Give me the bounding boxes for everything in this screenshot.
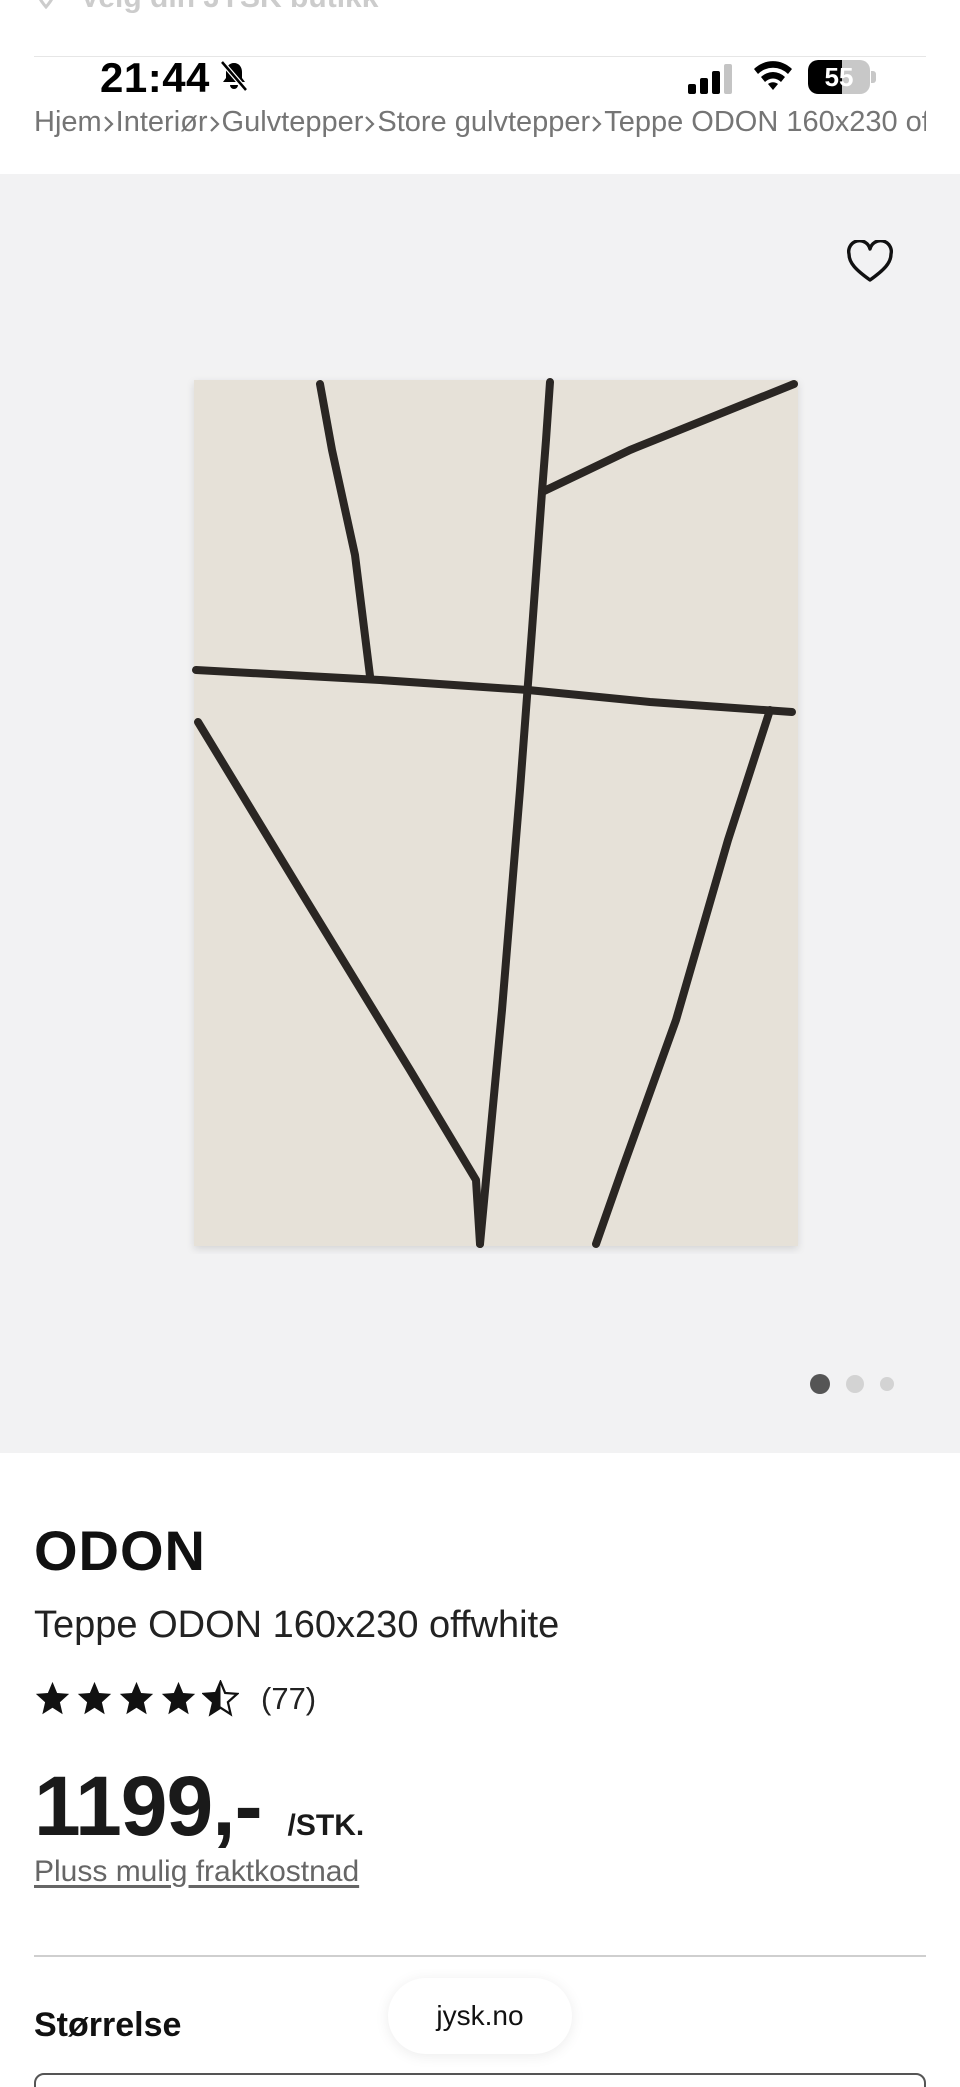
product-name: Teppe ODON 160x230 offwhite bbox=[34, 1604, 560, 1646]
status-bar: 21:44 55 bbox=[0, 50, 960, 104]
rating-stars bbox=[34, 1680, 239, 1717]
chevron-right-icon bbox=[102, 107, 116, 138]
battery-icon: 55 bbox=[808, 60, 876, 94]
cellular-signal-icon bbox=[688, 64, 732, 94]
star-filled-icon bbox=[77, 1681, 112, 1715]
chevron-right-icon bbox=[363, 107, 377, 138]
gallery-dot[interactable] bbox=[846, 1375, 864, 1393]
price-row: 1199,- /STK. bbox=[34, 1758, 364, 1855]
price-unit: /STK. bbox=[287, 1809, 365, 1842]
store-picker[interactable]: Velg din JYSK butikk bbox=[34, 0, 378, 18]
store-picker-label: Velg din JYSK butikk bbox=[80, 0, 378, 15]
star-half-icon bbox=[202, 1680, 239, 1717]
breadcrumb: Hjem Interiør Gulvtepper Store gulvteppe… bbox=[34, 100, 926, 144]
star-filled-icon bbox=[119, 1681, 154, 1715]
star-filled-icon bbox=[161, 1681, 196, 1715]
breadcrumb-home[interactable]: Hjem bbox=[34, 106, 102, 139]
product-rating[interactable]: (77) bbox=[34, 1680, 316, 1717]
product-price: 1199,- bbox=[34, 1759, 263, 1853]
breadcrumb-current[interactable]: Teppe ODON 160x230 offwhite bbox=[604, 106, 926, 139]
section-divider bbox=[34, 1955, 926, 1957]
product-image-rug bbox=[192, 378, 798, 1248]
breadcrumb-rugs[interactable]: Gulvtepper bbox=[222, 106, 364, 139]
product-image-gallery[interactable] bbox=[0, 174, 960, 1453]
bell-muted-icon bbox=[220, 60, 248, 92]
size-selector[interactable] bbox=[34, 2073, 926, 2087]
review-count[interactable]: (77) bbox=[261, 1681, 316, 1717]
product-brand: ODON bbox=[34, 1519, 206, 1582]
chevron-right-icon bbox=[208, 107, 222, 138]
gallery-pagination bbox=[810, 1374, 894, 1394]
star-filled-icon bbox=[35, 1681, 70, 1715]
chevron-right-icon bbox=[590, 107, 604, 138]
breadcrumb-large-rugs[interactable]: Store gulvtepper bbox=[377, 106, 590, 139]
gallery-dot[interactable] bbox=[880, 1377, 894, 1391]
wifi-icon bbox=[754, 61, 792, 90]
status-time: 21:44 bbox=[100, 54, 210, 101]
breadcrumb-interior[interactable]: Interiør bbox=[116, 106, 208, 139]
location-pin-icon bbox=[34, 0, 58, 17]
gallery-dot[interactable] bbox=[810, 1374, 830, 1394]
size-heading: Størrelse bbox=[34, 2006, 182, 2044]
shipping-cost-link[interactable]: Pluss mulig fraktkostnad bbox=[34, 1855, 359, 1889]
heart-icon[interactable] bbox=[846, 240, 894, 284]
browser-url-pill[interactable]: jysk.no bbox=[388, 1978, 572, 2054]
product-page: Velg din JYSK butikk 21:44 55 bbox=[0, 0, 960, 2087]
battery-percentage: 55 bbox=[824, 61, 854, 92]
